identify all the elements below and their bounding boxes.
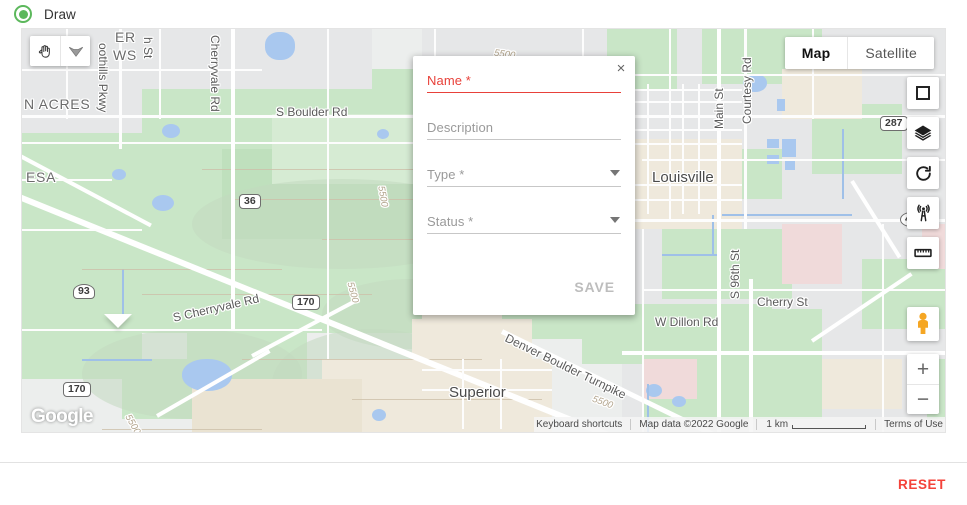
description-field-label: Description (427, 120, 494, 136)
description-field[interactable]: Description (427, 120, 621, 141)
scale-bar-graphic (792, 424, 867, 429)
description-field-underline (427, 139, 621, 141)
map-attribution-bar: Keyboard shortcuts Map data ©2022 Google… (534, 417, 945, 432)
rectangle-icon[interactable] (907, 77, 939, 109)
street-view-pegman-icon[interactable] (907, 307, 939, 341)
type-field-label: Type * (427, 167, 465, 183)
draw-radio-button[interactable] (14, 5, 32, 23)
draw-mode-row: Draw (0, 0, 967, 28)
map-side-controls (907, 77, 939, 269)
zoom-in-button[interactable]: + (907, 354, 939, 384)
name-field-label: Name * (427, 73, 471, 88)
map-type-option-satellite[interactable]: Satellite (847, 37, 934, 69)
antenna-tower-icon[interactable] (907, 197, 939, 229)
keyboard-shortcuts-link[interactable]: Keyboard shortcuts (534, 419, 624, 430)
status-field-underline (427, 233, 621, 235)
chevron-down-icon[interactable] (610, 217, 620, 224)
map-type-option-map[interactable]: Map (784, 37, 848, 69)
terms-of-use-link[interactable]: Terms of Use (882, 419, 945, 430)
highway-shield: 287 (880, 116, 908, 131)
layers-icon[interactable] (907, 117, 939, 149)
map-type-switcher: Map Satellite (784, 37, 934, 69)
map-scale-bar: 1 km (763, 419, 869, 430)
highway-shield: 93 (73, 284, 95, 299)
feature-form: Name * Description Type * Status * (413, 56, 635, 235)
draw-label: Draw (44, 6, 76, 22)
divider (875, 419, 877, 430)
zoom-out-button[interactable]: − (907, 384, 939, 414)
pan-hand-icon[interactable] (30, 36, 60, 66)
drawing-manager-toolbar (30, 36, 90, 66)
highway-shield: 170 (292, 295, 320, 310)
info-window-pointer (104, 314, 132, 328)
google-logo: Google (31, 406, 93, 427)
polygon-draw-icon[interactable] (60, 36, 90, 66)
reset-button[interactable]: RESET (898, 477, 946, 492)
map-scale-label: 1 km (766, 419, 789, 430)
divider (630, 419, 632, 430)
type-field-underline (427, 186, 621, 188)
type-field[interactable]: Type * (427, 167, 621, 188)
zoom-controls: + − (907, 354, 939, 414)
save-button[interactable]: SAVE (566, 273, 623, 301)
status-field-label: Status * (427, 214, 474, 230)
divider (756, 419, 758, 430)
refresh-icon[interactable] (907, 157, 939, 189)
draw-radio-inner (18, 9, 28, 19)
highway-shield: 170 (63, 382, 91, 397)
ruler-icon[interactable] (907, 237, 939, 269)
highway-shield: 36 (239, 194, 261, 209)
map-data-credit: Map data ©2022 Google (639, 419, 749, 430)
status-field[interactable]: Status * (427, 214, 621, 235)
chevron-down-icon[interactable] (610, 170, 620, 177)
name-field-underline (427, 92, 621, 94)
footer-divider (0, 462, 967, 463)
name-field[interactable]: Name * (427, 73, 621, 94)
feature-form-dialog: × Name * Description Type * Status * SAV… (413, 56, 635, 315)
